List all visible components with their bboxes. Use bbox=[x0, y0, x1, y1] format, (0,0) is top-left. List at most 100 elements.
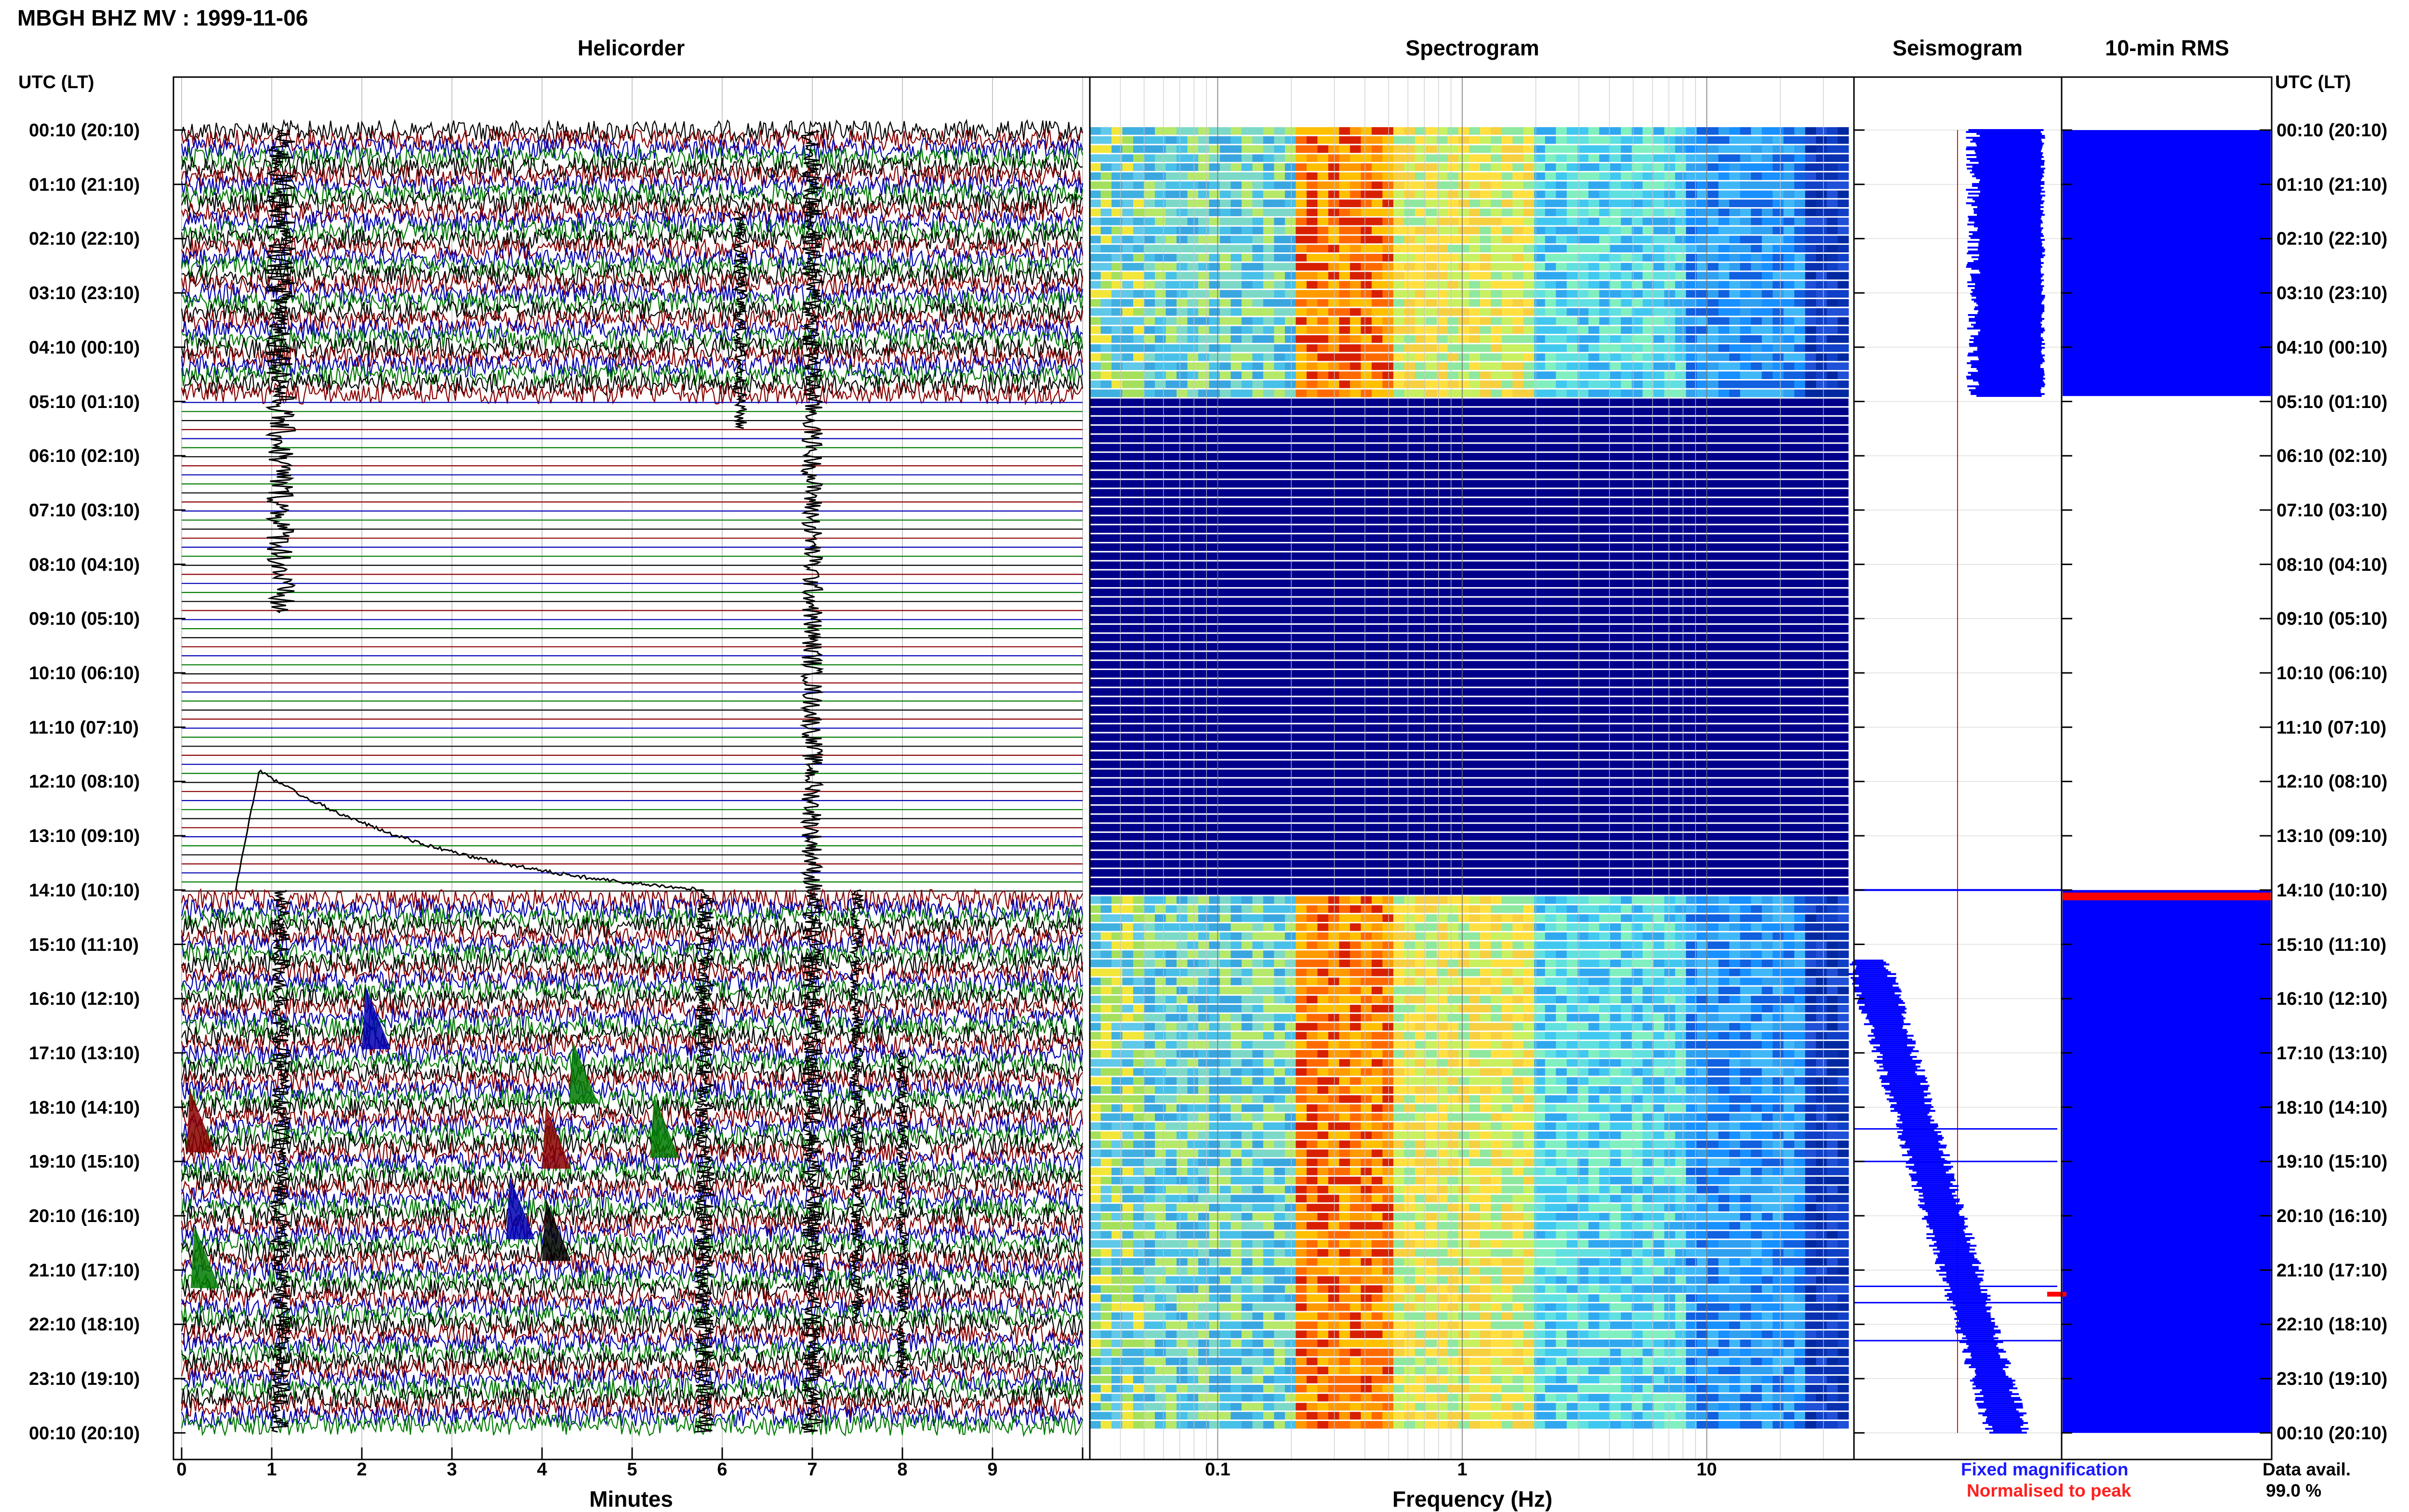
spectrogram-cell bbox=[1827, 1086, 1838, 1094]
spectrogram-cell bbox=[1177, 371, 1188, 379]
spectrogram-cell bbox=[1545, 1131, 1556, 1139]
spectrogram-empty-row bbox=[1090, 588, 1849, 596]
spectrogram-cell bbox=[1610, 1168, 1621, 1175]
spectrogram-cell bbox=[1284, 1168, 1296, 1175]
spectrogram-cell bbox=[1480, 209, 1491, 216]
spectrogram-cell bbox=[1599, 281, 1611, 289]
spectrogram-cell bbox=[1469, 932, 1481, 940]
spectrogram-cell bbox=[1361, 1077, 1372, 1085]
spectrogram-cell bbox=[1361, 977, 1372, 986]
spectrogram-cell bbox=[1566, 1176, 1578, 1184]
spectrogram-cell bbox=[1284, 1013, 1296, 1022]
spectrogram-cell bbox=[1740, 1185, 1751, 1194]
spectrogram-cell bbox=[1740, 145, 1751, 153]
spectrogram-cell bbox=[1328, 1122, 1339, 1130]
spectrogram-cell bbox=[1350, 1122, 1361, 1130]
spectrogram-cell bbox=[1252, 1113, 1264, 1121]
spectrogram-cell bbox=[1642, 1041, 1654, 1049]
spectrogram-cell bbox=[1523, 1113, 1535, 1121]
spectrogram-cell bbox=[1838, 181, 1849, 189]
spectrogram-cell bbox=[1144, 1068, 1155, 1076]
spectrogram-cell bbox=[1610, 263, 1621, 271]
spectrogram-cell bbox=[1566, 1005, 1578, 1012]
spectrogram-cell bbox=[1707, 1005, 1719, 1012]
spectrogram-cell bbox=[1696, 1013, 1708, 1022]
spectrogram-cell bbox=[1306, 1041, 1318, 1049]
spectrogram-cell bbox=[1545, 371, 1556, 379]
spectrogram-cell bbox=[1177, 932, 1188, 940]
spectrogram-cell bbox=[1187, 1113, 1199, 1121]
spectrogram-empty-row bbox=[1090, 606, 1849, 615]
spectrogram-cell bbox=[1621, 190, 1632, 198]
spectrogram-cell bbox=[1729, 172, 1741, 180]
spectrogram-cell bbox=[1274, 190, 1285, 198]
spectrogram-cell bbox=[1783, 190, 1795, 198]
spectrogram-cell bbox=[1751, 127, 1762, 135]
spectrogram-empty-row bbox=[1090, 715, 1849, 723]
spectrogram-cell bbox=[1838, 145, 1849, 153]
spectrogram-cell bbox=[1783, 263, 1795, 271]
spectrogram-cell bbox=[1642, 362, 1654, 370]
spectrogram-cell bbox=[1263, 1086, 1274, 1094]
spectrogram-cell bbox=[1339, 145, 1350, 153]
spectrogram-cell bbox=[1729, 1077, 1741, 1085]
spectrogram-cell bbox=[1122, 217, 1134, 225]
spectrogram-cell bbox=[1696, 1023, 1708, 1031]
spectrogram-cell bbox=[1306, 914, 1318, 922]
spectrogram-cell bbox=[1729, 326, 1741, 334]
spectrogram-cell bbox=[1458, 226, 1469, 235]
spectrogram-cell bbox=[1252, 190, 1264, 198]
spectrogram-cell bbox=[1241, 226, 1253, 235]
spectrogram-cell bbox=[1675, 380, 1686, 388]
spectrogram-cell bbox=[1317, 1032, 1329, 1040]
spectrogram-cell bbox=[1675, 362, 1686, 370]
spectrogram-cell bbox=[1501, 317, 1513, 325]
spectrogram-cell bbox=[1480, 1104, 1491, 1112]
spectrogram-cell bbox=[1339, 1086, 1350, 1094]
spectrogram-cell bbox=[1805, 1204, 1816, 1211]
spectrogram-cell bbox=[1751, 1149, 1762, 1157]
spectrogram-cell bbox=[1350, 299, 1361, 307]
spectrogram-cell bbox=[1263, 1131, 1274, 1139]
spectrogram-cell bbox=[1599, 1122, 1611, 1130]
spectrogram-cell bbox=[1361, 1005, 1372, 1012]
spectrogram-cell bbox=[1090, 1158, 1101, 1167]
spectrogram-cell bbox=[1231, 1204, 1242, 1211]
spectrogram-cell bbox=[1187, 896, 1199, 904]
spectrogram-cell bbox=[1361, 1095, 1372, 1103]
spectrogram-cell bbox=[1816, 1113, 1827, 1121]
spectrogram-cell bbox=[1469, 272, 1481, 280]
spectrogram-cell bbox=[1707, 154, 1719, 162]
spectrogram-cell bbox=[1675, 1023, 1686, 1031]
spectrogram-cell bbox=[1838, 136, 1849, 144]
spectrogram-cell bbox=[1491, 389, 1502, 397]
spectrogram-cell bbox=[1133, 254, 1145, 262]
spectrogram-cell bbox=[1469, 209, 1481, 216]
spectrogram-cell bbox=[1177, 281, 1188, 289]
spectrogram-cell bbox=[1512, 1140, 1524, 1148]
spectrogram-cell bbox=[1805, 209, 1816, 216]
spectrogram-cell bbox=[1501, 1168, 1513, 1175]
spectrogram-cell bbox=[1241, 996, 1253, 1003]
spectrogram-cell bbox=[1783, 1032, 1795, 1040]
spectrogram-cell bbox=[1274, 217, 1285, 225]
spectrogram-cell bbox=[1838, 326, 1849, 334]
spectrogram-cell bbox=[1816, 209, 1827, 216]
spectrogram-cell bbox=[1653, 968, 1665, 976]
spectrogram-cell bbox=[1675, 181, 1686, 189]
spectrogram-cell bbox=[1805, 1032, 1816, 1040]
spectrogram-cell bbox=[1339, 190, 1350, 198]
spectrogram-cell bbox=[1556, 217, 1567, 225]
spectrogram-cell bbox=[1426, 1140, 1437, 1148]
spectrogram-empty-row bbox=[1090, 633, 1849, 642]
spectrogram-cell bbox=[1144, 1086, 1155, 1094]
spectrogram-cell bbox=[1599, 968, 1611, 976]
spectrogram-cell bbox=[1177, 299, 1188, 307]
spectrogram-cell bbox=[1805, 154, 1816, 162]
spectrogram-cell bbox=[1263, 1068, 1274, 1076]
spectrogram-cell bbox=[1491, 371, 1502, 379]
spectrogram-cell bbox=[1447, 977, 1459, 986]
spectrogram-cell bbox=[1426, 1005, 1437, 1012]
spectrogram-cell bbox=[1588, 1131, 1600, 1139]
spectrogram-cell bbox=[1501, 154, 1513, 162]
